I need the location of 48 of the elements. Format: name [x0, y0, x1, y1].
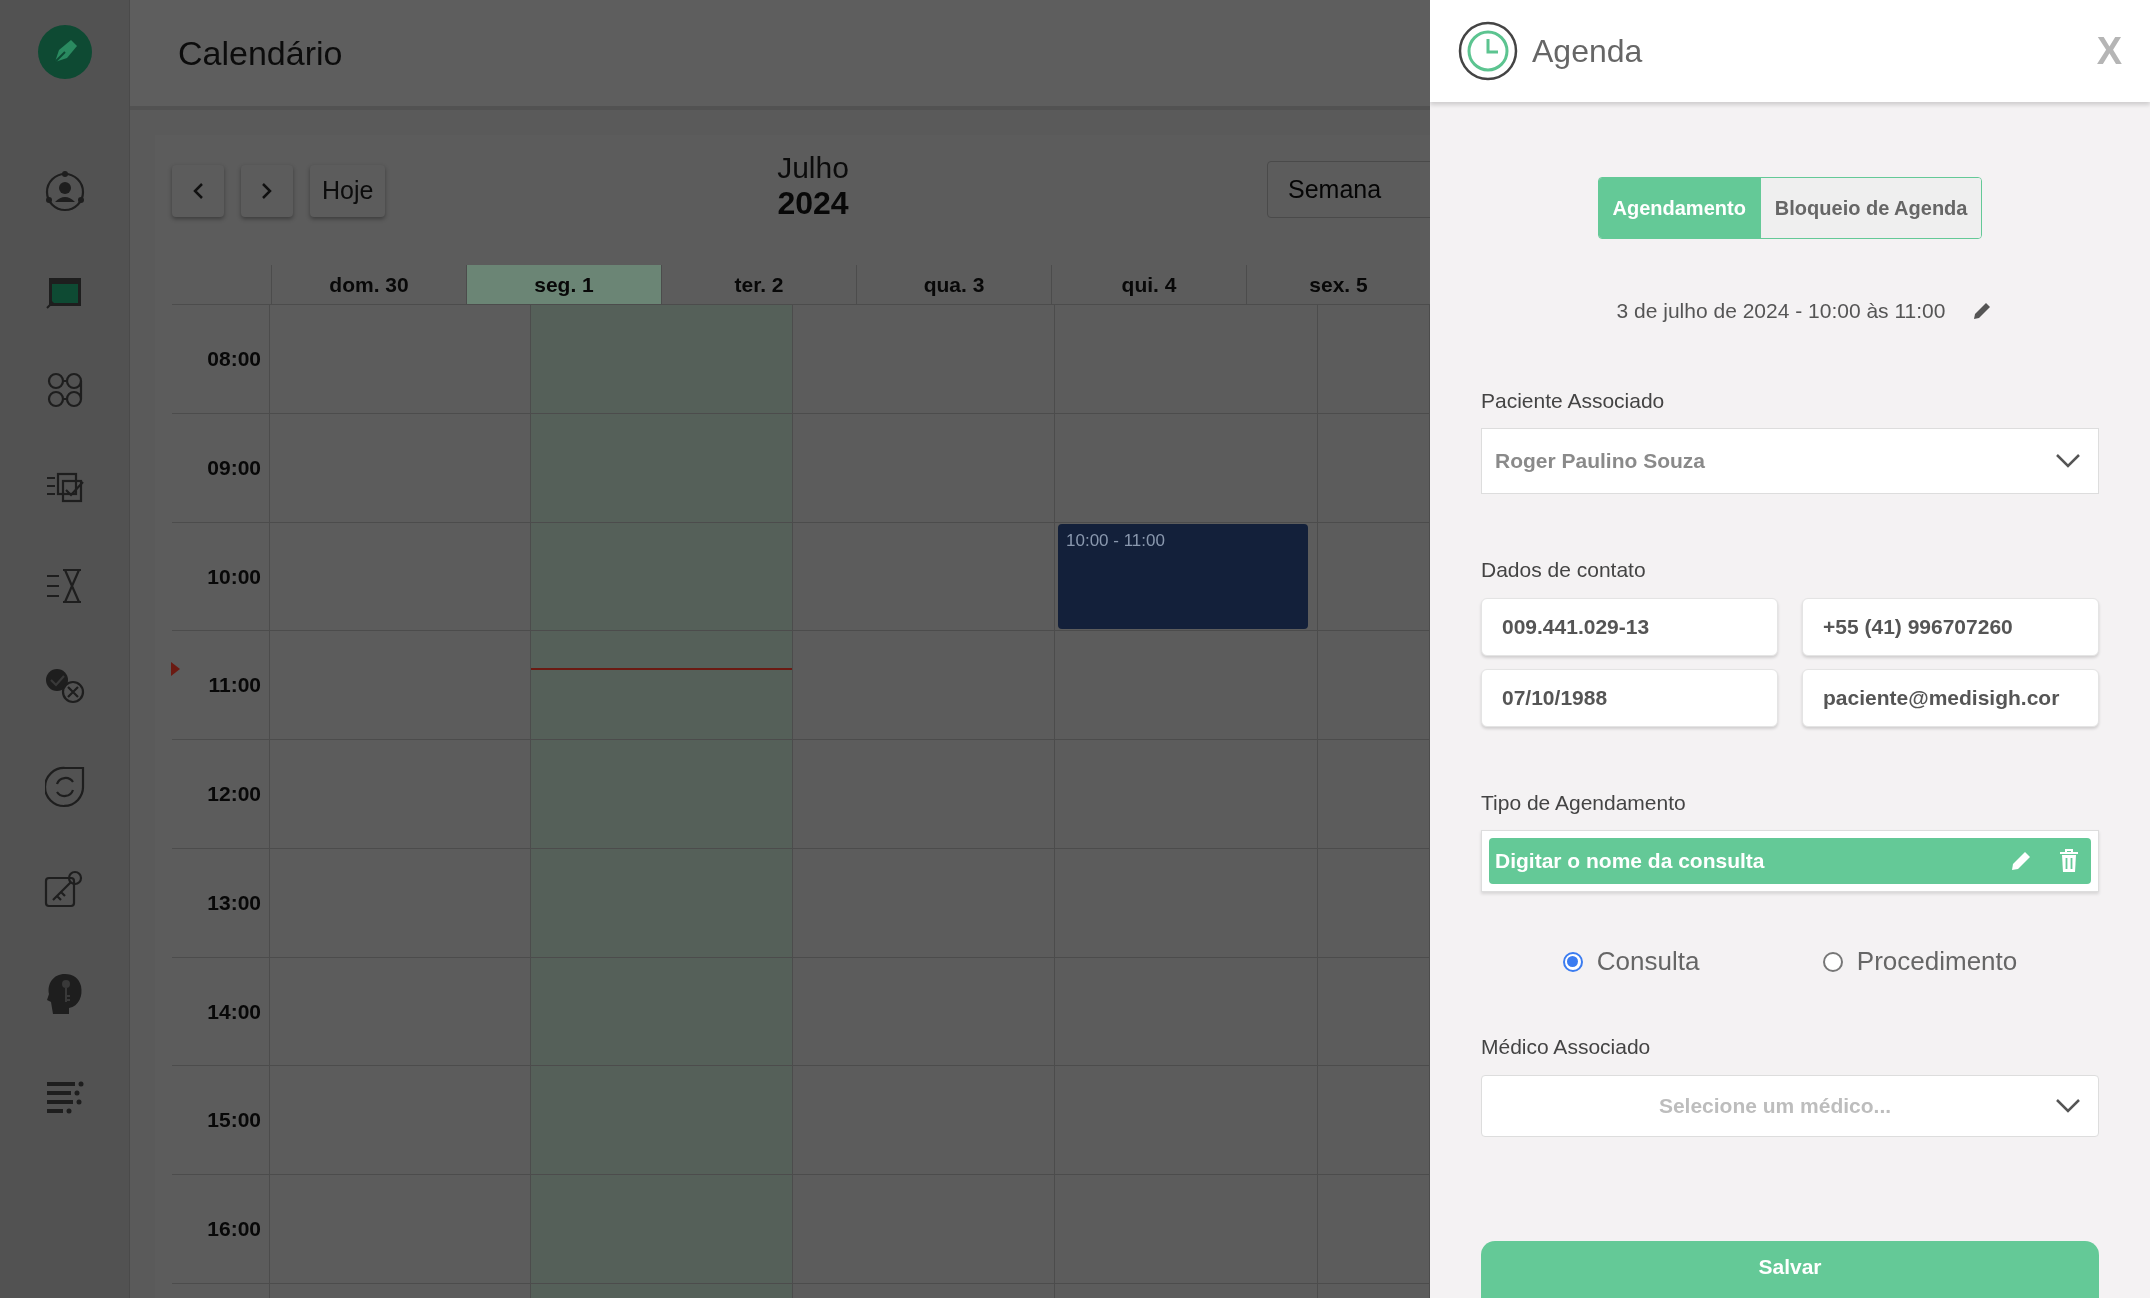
hour-label: 13:00: [207, 889, 261, 916]
doctor-select[interactable]: Selecione um médico...: [1481, 1074, 2099, 1137]
hour-label: 08:00: [207, 346, 261, 373]
input-field[interactable]: 07/10/1988: [1481, 668, 1778, 727]
pen-logo-icon[interactable]: [36, 24, 93, 80]
input-field[interactable]: +55 (41) 996707260: [1802, 597, 2099, 656]
radio-option[interactable]: Procedimento: [1822, 942, 2018, 981]
date-time-text: 3 de julho de 2024 - 10:00 às 11:00: [1616, 298, 1946, 324]
radio-option[interactable]: Consulta: [1562, 942, 1700, 981]
input-field[interactable]: paciente@medisigh.cor: [1802, 668, 2099, 727]
input-field[interactable]: 009.441.029-13: [1481, 597, 1778, 656]
day-header[interactable]: seg. 1: [467, 265, 662, 304]
trash-icon[interactable]: [2059, 849, 2079, 873]
calendar-event[interactable]: 10:00 - 11:00: [1058, 523, 1308, 630]
hour-label: 16:00: [207, 1216, 261, 1243]
current-time-marker: [171, 662, 180, 676]
clock-icon: [1458, 21, 1518, 81]
chevron-down-icon: [2055, 1097, 2081, 1114]
page-title: Calendário: [178, 32, 343, 74]
today-button[interactable]: Hoje: [310, 165, 386, 217]
radio-button[interactable]: [1562, 951, 1583, 972]
refresh-icon[interactable]: [44, 766, 85, 808]
year-label: 2024: [777, 187, 849, 219]
field-label: Médico Associado: [1481, 1034, 1652, 1060]
tab[interactable]: Bloqueio de Agenda: [1759, 178, 1982, 238]
field-label: Dados de contato: [1481, 557, 1647, 583]
radio-button[interactable]: [1822, 951, 1843, 972]
chevron-down-icon: [2055, 453, 2081, 469]
hour-label: 11:00: [208, 672, 261, 699]
field-label: Paciente Associado: [1481, 387, 1666, 414]
view-select[interactable]: Semana: [1267, 161, 1430, 218]
patient-select[interactable]: Roger Paulino Souza: [1481, 428, 2099, 494]
chevron-left-icon: [192, 182, 204, 200]
previous-button[interactable]: [172, 165, 224, 217]
hour-label: 09:00: [207, 454, 261, 481]
hour-label: 10:00: [207, 563, 261, 590]
hour-label: 15:00: [207, 1107, 261, 1134]
appointment-type-tag[interactable]: Digitar o nome da consulta: [1489, 838, 2091, 884]
month-label: Julho: [777, 153, 849, 183]
field-label: Tipo de Agendamento: [1481, 789, 1687, 816]
tab[interactable]: Agendamento: [1598, 178, 1760, 238]
next-button[interactable]: [241, 165, 293, 217]
hour-label: 12:00: [207, 781, 261, 808]
close-button[interactable]: X: [2096, 22, 2122, 80]
chevron-right-icon: [261, 182, 273, 200]
panel-title: Agenda: [1532, 32, 1643, 71]
save-button[interactable]: Salvar: [1481, 1240, 2099, 1298]
hour-label: 14:00: [207, 998, 261, 1025]
